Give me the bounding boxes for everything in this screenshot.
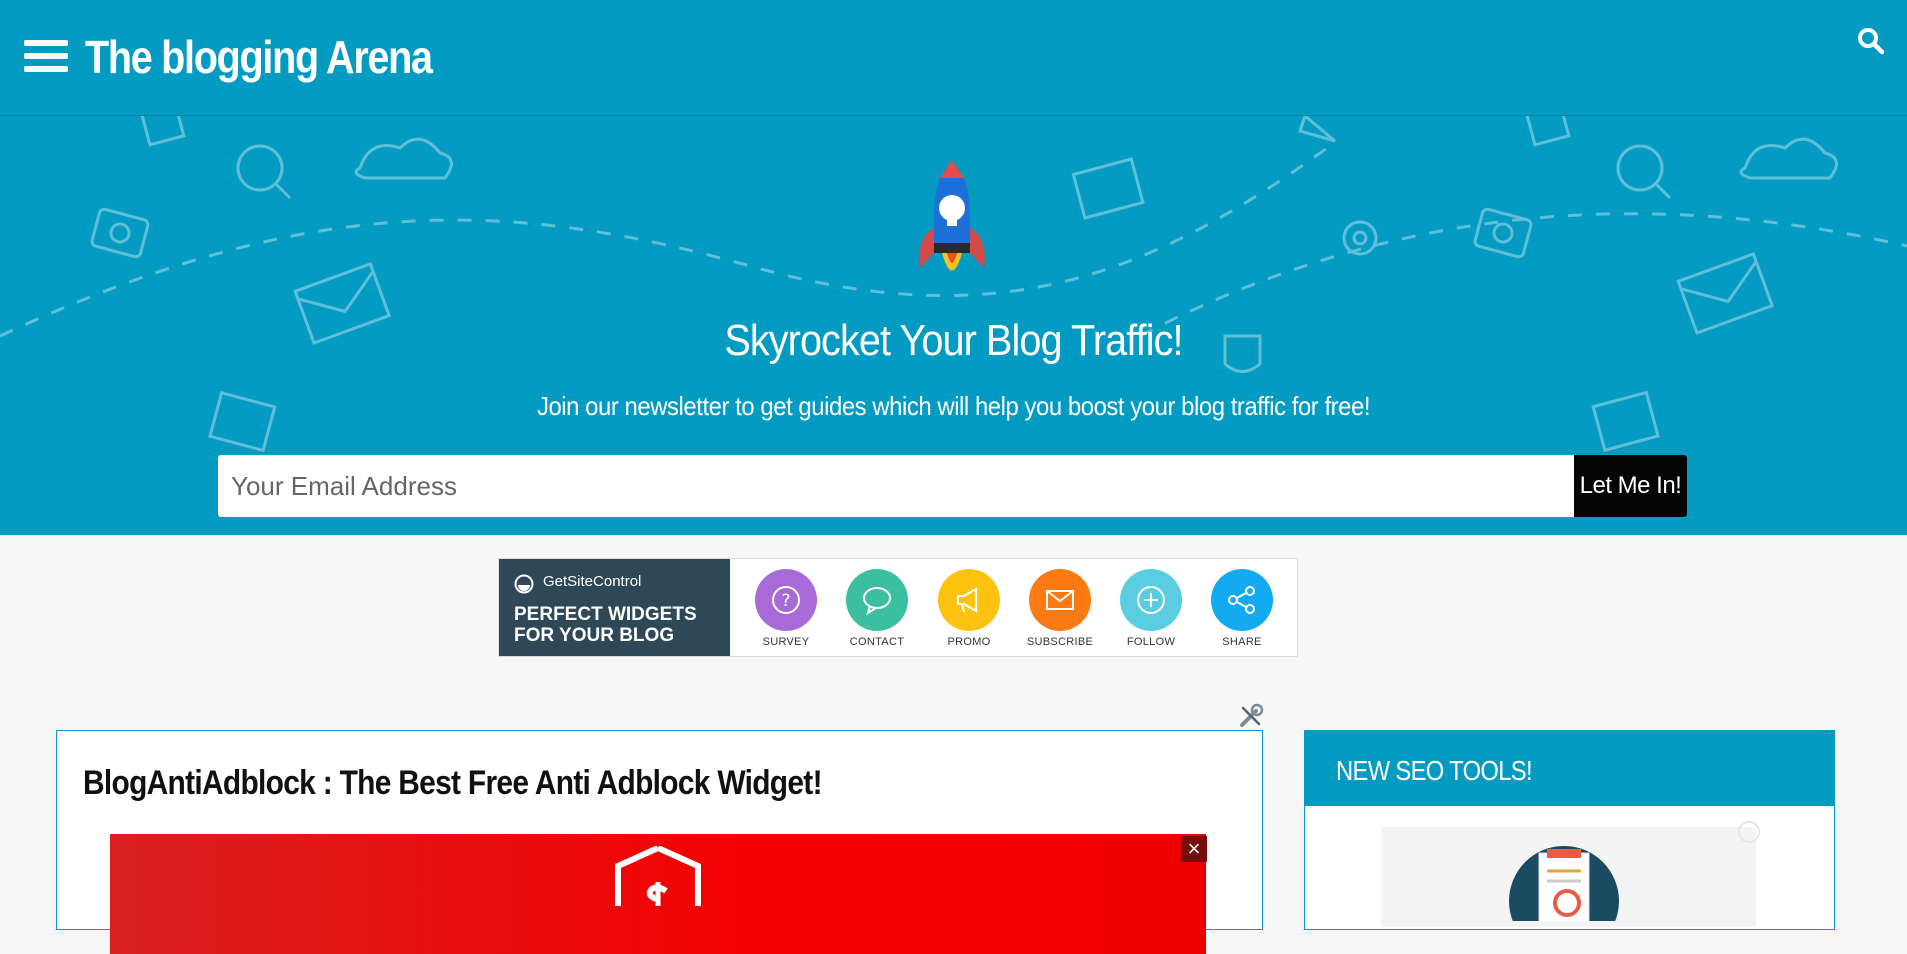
subscribe-button[interactable]: Let Me In! (1574, 455, 1687, 517)
svg-text:?: ? (781, 591, 790, 611)
rocket-icon (919, 160, 985, 271)
widget-label: SUBSCRIBE (1026, 636, 1094, 648)
envelope-icon (1029, 569, 1091, 631)
widget-label: CONTACT (849, 636, 905, 648)
megaphone-icon (938, 569, 1000, 631)
widget-label: PROMO (947, 636, 991, 648)
hero-subtitle: Join our newsletter to get guides which … (536, 391, 1371, 421)
widget-label: SHARE (1222, 636, 1262, 648)
close-icon[interactable]: × (1181, 836, 1207, 862)
hamburger-icon[interactable] (24, 40, 68, 76)
search-icon[interactable] (1856, 26, 1886, 56)
hero-title: Skyrocket Your Blog Traffic! (724, 316, 1183, 365)
chat-bubble-icon (846, 569, 908, 631)
banner-brand-panel: GetSiteControl PERFECT WIDGETS FOR YOUR … (499, 559, 730, 656)
shield-dollar-icon (615, 846, 701, 906)
site-header: The blogging Arena (0, 0, 1907, 116)
getsitecontrol-banner-ad[interactable]: GetSiteControl PERFECT WIDGETS FOR YOUR … (498, 558, 1298, 657)
banner-headline: PERFECT WIDGETS FOR YOUR BLOG (514, 604, 724, 646)
share-icon (1211, 569, 1273, 631)
sidebar-image-corner-icon (1738, 821, 1760, 843)
sidebar-widget-seo-tools: NEW SEO TOOLS! (1304, 730, 1835, 930)
post-card: BlogAntiAdblock : The Best Free Anti Adb… (56, 730, 1263, 954)
widget-promo[interactable]: PROMO (929, 569, 1009, 648)
document-magnifier-icon (1509, 846, 1619, 921)
banner-headline-line2: FOR YOUR BLOG (514, 625, 675, 646)
widget-follow[interactable]: FOLLOW (1111, 569, 1191, 648)
widget-label: FOLLOW (1126, 636, 1176, 648)
email-input[interactable] (218, 455, 1574, 517)
banner-headline-line1: PERFECT WIDGETS (514, 604, 697, 625)
widget-share[interactable]: SHARE (1202, 569, 1282, 648)
widget-label: SURVEY (762, 636, 810, 648)
widget-contact[interactable]: CONTACT (837, 569, 917, 648)
newsletter-hero: Skyrocket Your Blog Traffic! Join our ne… (0, 116, 1907, 535)
widget-subscribe[interactable]: SUBSCRIBE (1020, 569, 1100, 648)
banner-brand-name: GetSiteControl (543, 573, 642, 590)
newsletter-form: Let Me In! (218, 455, 1687, 517)
plus-icon (1120, 569, 1182, 631)
site-logo[interactable]: The blogging Arena (85, 30, 433, 84)
sidebar-widget-header: NEW SEO TOOLS! (1305, 731, 1834, 806)
sidebar-widget-title: NEW SEO TOOLS! (1336, 755, 1533, 786)
post-featured-image[interactable] (110, 834, 1206, 954)
seo-tools-promo-image[interactable] (1381, 821, 1760, 927)
question-icon: ? (755, 569, 817, 631)
wrench-screwdriver-icon[interactable] (1238, 703, 1264, 729)
widget-survey[interactable]: ? SURVEY (746, 569, 826, 648)
post-title-link[interactable]: BlogAntiAdblock : The Best Free Anti Adb… (83, 764, 823, 803)
getsitecontrol-logo-icon (514, 574, 534, 594)
